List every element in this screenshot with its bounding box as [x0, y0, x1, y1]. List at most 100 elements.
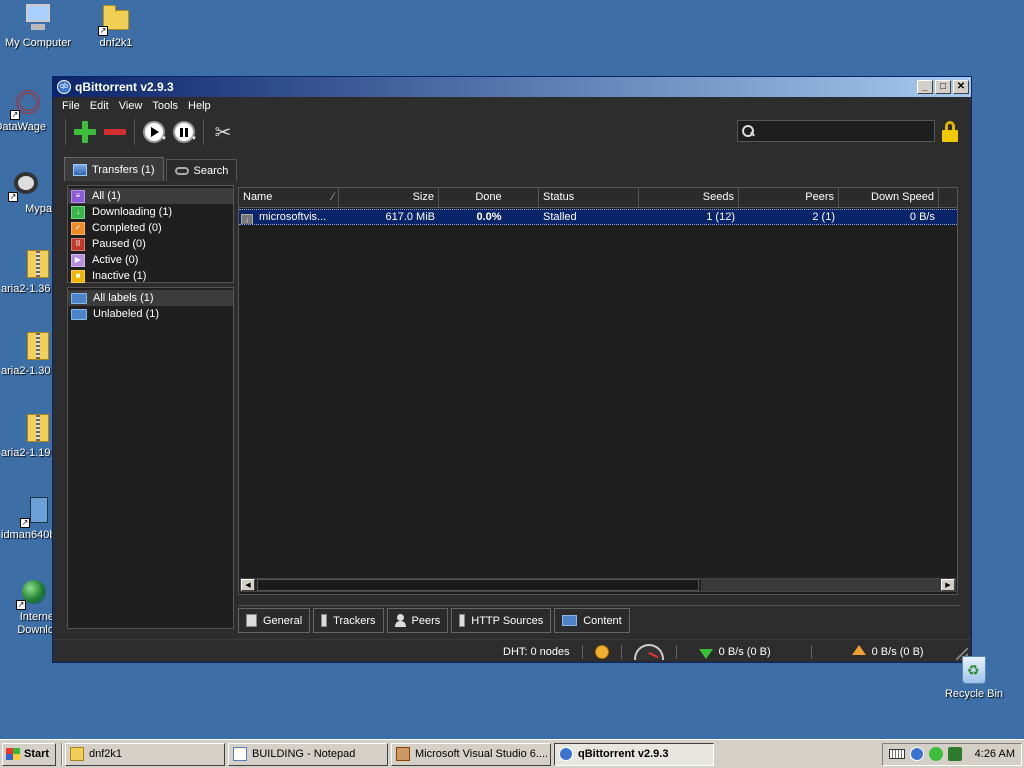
downloading-icon: ↓: [71, 205, 85, 219]
options-button[interactable]: ✂: [208, 118, 238, 146]
upload-speed[interactable]: 0 B/s (0 B): [872, 646, 924, 658]
label-filter-item[interactable]: All labels (1): [68, 290, 233, 306]
scroll-right-button[interactable]: ▶: [941, 579, 955, 591]
label-filter-list: All labels (1) Unlabeled (1): [67, 287, 234, 629]
folder-icon: [562, 615, 578, 626]
properties-tabs: General Trackers Peers HTTP Sources Cont…: [238, 605, 960, 633]
scrollbar-thumb[interactable]: [257, 579, 699, 591]
taskbar-button-visual-studio[interactable]: Microsoft Visual Studio 6....: [391, 742, 551, 766]
status-filter-list: ≡ All (1) ↓ Downloading (1) ✓ Completed (0) II…: [67, 185, 234, 283]
minimize-button[interactable]: _: [917, 80, 933, 94]
desktop-icon-label: dnf2k1: [99, 37, 133, 49]
zip-archive-icon: [27, 414, 49, 442]
tab-transfers[interactable]: Transfers (1): [64, 157, 164, 181]
label-filter-item[interactable]: Unlabeled (1): [68, 306, 233, 322]
status-filter-item[interactable]: ↓ Downloading (1): [68, 204, 233, 220]
column-header-down-speed[interactable]: Down Speed: [839, 188, 939, 207]
plus-icon: [74, 121, 96, 143]
scroll-left-button[interactable]: ◀: [241, 579, 255, 591]
download-speed[interactable]: 0 B/s (0 B): [719, 646, 771, 658]
qbittorrent-tray-icon[interactable]: [909, 747, 924, 761]
tab-peers[interactable]: Peers: [386, 608, 449, 633]
status-filter-label: Paused (0): [92, 238, 146, 250]
table-row[interactable]: ↓ microsoftvis... 617.0 MiB 0.0% Stalled …: [239, 209, 957, 225]
taskbar-button-notepad[interactable]: BUILDING - Notepad: [228, 742, 388, 766]
taskbar-button-dnf2k1[interactable]: dnf2k1: [65, 742, 225, 766]
menu-tools[interactable]: Tools: [147, 100, 183, 112]
keyboard-icon[interactable]: [888, 749, 905, 759]
column-header-size[interactable]: Size: [339, 188, 439, 207]
speed-limit-gauge-icon[interactable]: [633, 643, 664, 660]
tools-icon: ✂: [214, 121, 232, 144]
status-filter-label: Inactive (1): [92, 270, 147, 282]
paused-icon: II: [71, 237, 85, 251]
transfers-icon: [73, 163, 87, 176]
search-box: [737, 120, 935, 142]
peers-icon: [394, 614, 406, 627]
menu-bar: File Edit View Tools Help: [53, 97, 971, 115]
download-manager-tray-icon[interactable]: [947, 747, 962, 761]
close-button[interactable]: ✕: [953, 80, 969, 94]
tab-general[interactable]: General: [238, 608, 311, 633]
pause-button[interactable]: ▼: [169, 118, 199, 146]
label-filter-label: Unlabeled (1): [93, 308, 160, 320]
desktop-icon-dnf2k1[interactable]: ↗ dnf2k1: [76, 2, 156, 50]
torrent-list: Name ⁄ Size Done Status Seeds Peers Down …: [238, 187, 958, 595]
lock-icon[interactable]: [941, 121, 959, 143]
status-filter-item[interactable]: II Paused (0): [68, 236, 233, 252]
dht-status: DHT: 0 nodes: [503, 645, 570, 658]
folder-icon: [71, 308, 87, 320]
cell-peers: 2 (1): [812, 211, 835, 223]
title-bar[interactable]: qb qBittorrent v2.9.3 _ □ ✕: [53, 77, 971, 97]
connection-status-icon[interactable]: [594, 644, 609, 659]
status-bar: DHT: 0 nodes 0 B/s (0 B) 0 B/s (0 B): [53, 639, 971, 663]
desktop-icon-recycle-bin[interactable]: Recycle Bin: [938, 656, 1010, 700]
menu-file[interactable]: File: [57, 100, 85, 112]
upload-arrow-icon: [851, 644, 866, 655]
cell-status: Stalled: [543, 211, 577, 223]
status-filter-item[interactable]: ▶ Active (0): [68, 252, 233, 268]
column-header-status[interactable]: Status: [539, 188, 639, 207]
delete-torrent-button[interactable]: [100, 118, 130, 146]
resume-button[interactable]: ▼: [139, 118, 169, 146]
search-input[interactable]: [754, 122, 934, 140]
download-arrow-icon: [698, 648, 713, 659]
tab-trackers[interactable]: Trackers: [313, 608, 384, 633]
search-plugin-icon: [174, 166, 189, 175]
tracker-icon: [321, 614, 328, 627]
menu-help[interactable]: Help: [183, 100, 216, 112]
label-filter-label: All labels (1): [93, 292, 154, 304]
column-header-seeds[interactable]: Seeds: [639, 188, 739, 207]
status-filter-label: Active (0): [92, 254, 139, 266]
status-filter-item[interactable]: ≡ All (1): [68, 188, 233, 204]
main-tabs: Transfers (1) Search: [64, 157, 239, 181]
status-filter-item[interactable]: ■ Inactive (1): [68, 268, 233, 284]
menu-edit[interactable]: Edit: [85, 100, 114, 112]
inactive-icon: ■: [71, 269, 85, 283]
my-computer-icon: [26, 4, 50, 22]
maximize-button[interactable]: □: [935, 80, 951, 94]
clock[interactable]: 4:26 AM: [975, 748, 1015, 760]
visual-studio-icon: [396, 747, 410, 761]
column-header-done[interactable]: Done: [439, 188, 539, 207]
toolbar: ▼ ▼ ✂: [53, 115, 971, 149]
taskbar-button-qbittorrent[interactable]: qBittorrent v2.9.3: [554, 742, 714, 766]
qbittorrent-icon: [559, 747, 573, 761]
status-filter-item[interactable]: ✓ Completed (0): [68, 220, 233, 236]
column-header-peers[interactable]: Peers: [739, 188, 839, 207]
tab-search[interactable]: Search: [165, 159, 238, 181]
http-sources-icon: [459, 614, 466, 627]
window-title: qBittorrent v2.9.3: [75, 80, 174, 94]
menu-view[interactable]: View: [114, 100, 148, 112]
scrollbar-track[interactable]: [701, 579, 941, 591]
network-icon[interactable]: [928, 747, 943, 761]
horizontal-scrollbar[interactable]: ◀ ▶: [240, 578, 956, 592]
tab-content[interactable]: Content: [554, 608, 630, 633]
start-button[interactable]: Start: [2, 742, 56, 766]
add-torrent-button[interactable]: [70, 118, 100, 146]
torrent-list-header: Name ⁄ Size Done Status Seeds Peers Down …: [239, 188, 957, 208]
desktop-icon-my-computer[interactable]: My Computer: [0, 2, 78, 50]
all-icon: ≡: [71, 189, 85, 203]
column-header-name[interactable]: Name ⁄: [239, 188, 339, 207]
tab-http-sources[interactable]: HTTP Sources: [451, 608, 552, 633]
